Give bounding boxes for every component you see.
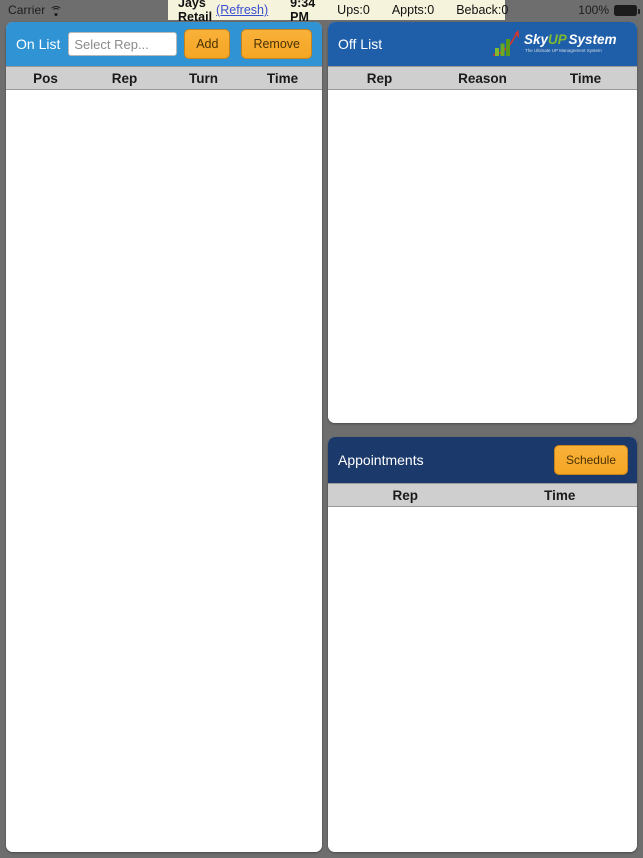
off-list-header: Off List Sky UP System The Ultimate UP M…	[328, 22, 637, 66]
column-header-time: Time	[544, 487, 576, 503]
on-list-title: On List	[16, 36, 61, 52]
wifi-icon	[49, 5, 63, 16]
carrier-label: Carrier	[8, 3, 46, 17]
remove-button[interactable]: Remove	[241, 29, 312, 59]
appointments-column-headers: Rep Time	[328, 483, 637, 507]
clock-label: 9:34 PM	[290, 0, 316, 24]
status-bar-right: 100%	[578, 0, 640, 20]
off-list-title: Off List	[338, 36, 383, 52]
status-bar-left: Carrier	[0, 3, 170, 17]
on-list-table-body[interactable]	[6, 90, 322, 852]
column-header-time: Time	[266, 70, 299, 86]
skyupsystem-logo: Sky UP System The Ultimate UP Management…	[493, 30, 617, 56]
status-bar: Carrier Jays Retail (Refresh) 9:34 PM Up…	[0, 0, 643, 24]
off-list-panel: Off List Sky UP System The Ultimate UP M…	[328, 22, 637, 423]
add-button[interactable]: Add	[184, 29, 231, 59]
appointments-title: Appointments	[338, 452, 424, 468]
svg-text:System: System	[569, 32, 617, 47]
on-list-header: On List Select Rep... Add Remove	[6, 22, 322, 66]
ups-count: Ups:0	[337, 3, 370, 17]
battery-full-icon	[614, 4, 640, 16]
column-header-reason: Reason	[458, 70, 507, 86]
appointments-panel: Appointments Schedule Rep Time	[328, 437, 637, 852]
appointments-header: Appointments Schedule	[328, 437, 637, 483]
schedule-button[interactable]: Schedule	[553, 445, 628, 475]
column-header-turn: Turn	[189, 70, 218, 86]
beback-count: Beback:0	[456, 3, 509, 17]
app-name-label: Jays Retail	[178, 0, 213, 24]
column-header-rep: Rep	[111, 70, 138, 86]
svg-text:Sky: Sky	[524, 32, 550, 47]
on-list-panel: On List Select Rep... Add Remove Pos Rep…	[6, 22, 322, 852]
column-header-pos: Pos	[33, 70, 58, 86]
off-list-column-headers: Rep Reason Time	[328, 66, 637, 90]
select-rep-input[interactable]: Select Rep...	[68, 32, 178, 56]
refresh-link[interactable]: (Refresh)	[216, 3, 268, 17]
battery-percent-label: 100%	[578, 3, 609, 17]
column-header-rep: Rep	[392, 487, 418, 503]
column-header-time: Time	[569, 70, 602, 86]
svg-text:The Ultimate UP Management Sys: The Ultimate UP Management System	[525, 48, 602, 53]
on-list-column-headers: Pos Rep Turn Time	[6, 66, 322, 90]
off-list-table-body[interactable]	[328, 90, 637, 423]
appointments-table-body[interactable]	[328, 507, 637, 852]
appts-count: Appts:0	[391, 3, 435, 17]
column-header-rep: Rep	[366, 70, 393, 86]
svg-text:UP: UP	[548, 32, 568, 47]
app-status-banner: Jays Retail (Refresh) 9:34 PM Ups:0 Appt…	[168, 0, 509, 24]
